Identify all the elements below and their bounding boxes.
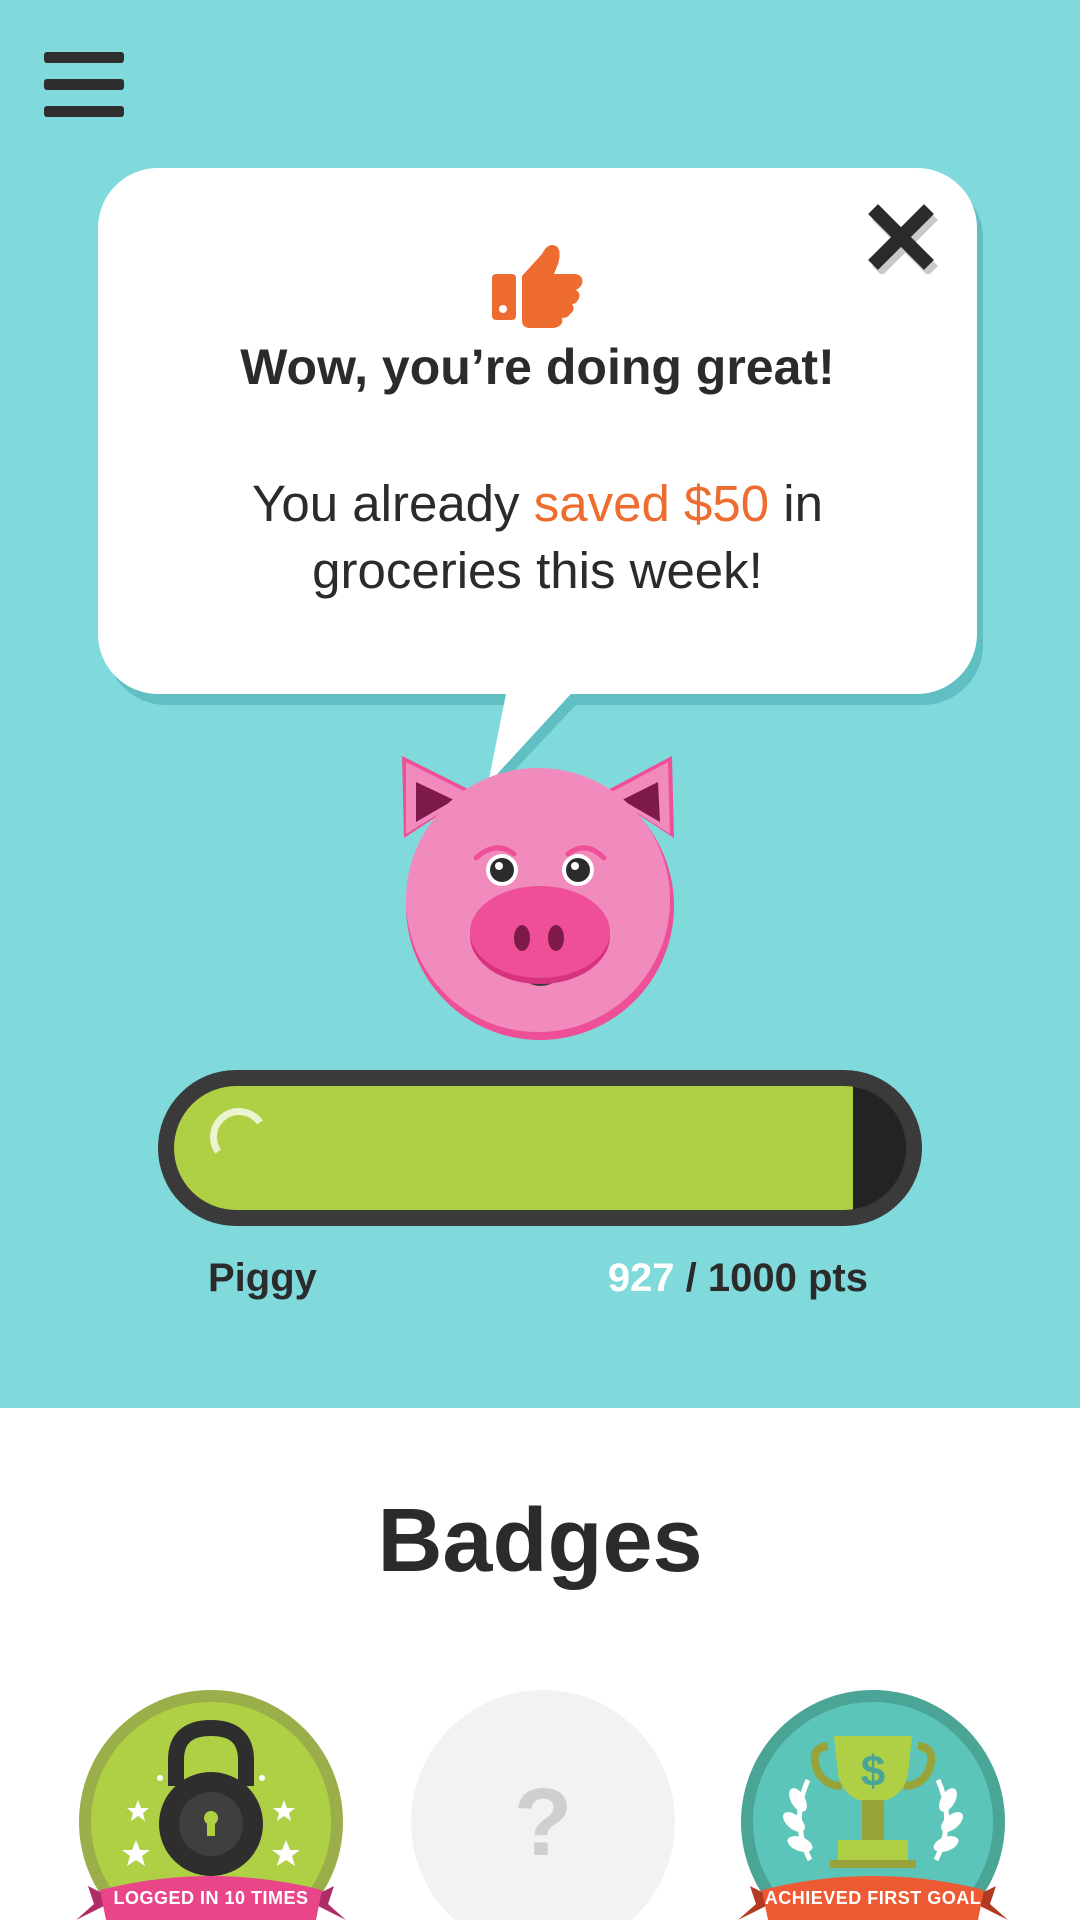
popup-title: Wow, you’re doing great! — [240, 339, 835, 395]
badge-label: ACHIEVED FIRST GOAL — [764, 1888, 982, 1908]
speech-bubble-tail — [488, 684, 580, 784]
current-points: 927 — [607, 1256, 675, 1300]
pig-mascot-icon — [402, 756, 674, 1040]
level-progress-bar — [158, 1070, 922, 1226]
badges-heading: Badges — [377, 1491, 703, 1591]
badge-locked[interactable]: ? — [408, 1690, 678, 1920]
svg-text:$: $ — [861, 1747, 885, 1796]
close-icon[interactable] — [868, 204, 938, 276]
thumbs-up-icon — [492, 245, 583, 328]
progress-inner — [174, 1086, 906, 1210]
badge-logged-in[interactable]: LOGGED IN 10 TIMES — [76, 1690, 346, 1920]
popup-message: You already saved $50 in groceries this … — [170, 470, 905, 604]
progress-fill — [174, 1086, 853, 1210]
badge-label: LOGGED IN 10 TIMES — [113, 1888, 309, 1908]
message-prefix: You already — [252, 475, 534, 532]
points-readout: 927 / 1000 pts — [608, 1256, 868, 1301]
badge-unknown-mark: ? — [513, 1769, 573, 1876]
padlock-icon — [76, 1690, 346, 1920]
points-total: / 1000 pts — [674, 1256, 868, 1300]
level-name: Piggy — [208, 1256, 317, 1300]
badge-first-goal[interactable]: $ ACHIEVED FIRST GOAL — [738, 1690, 1008, 1920]
message-highlight: saved $50 — [533, 475, 770, 532]
trophy-icon: $ — [738, 1690, 1008, 1920]
